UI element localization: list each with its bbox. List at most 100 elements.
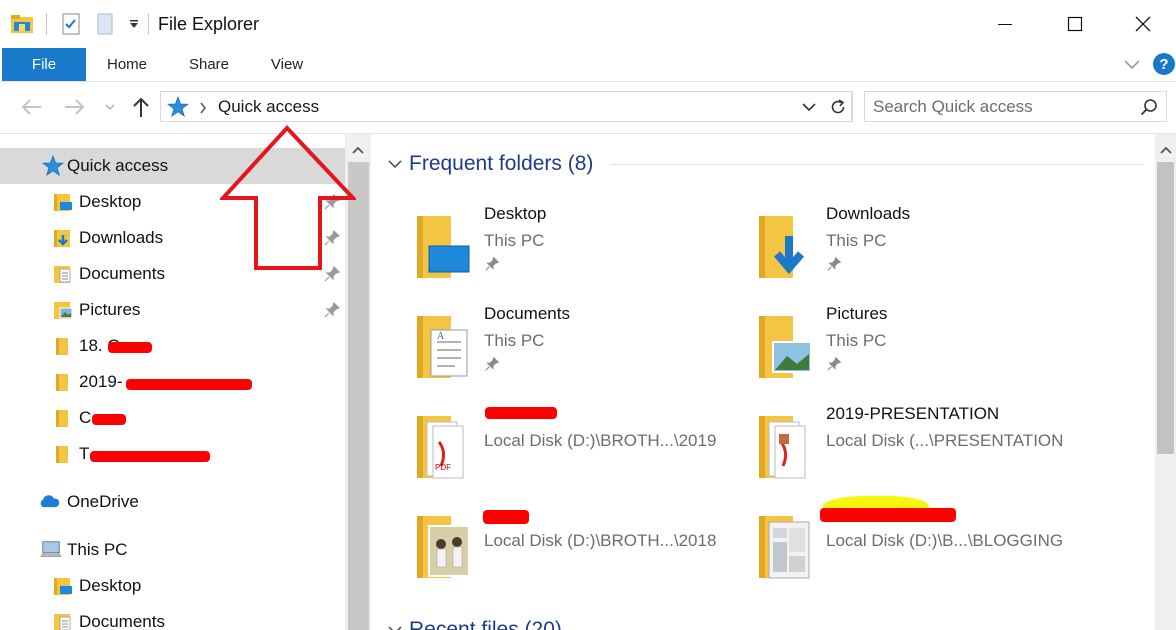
frequent-folders-header[interactable]: Frequent folders (8) <box>387 152 593 176</box>
scroll-up-button[interactable] <box>1156 140 1176 160</box>
screenshot-folder-icon <box>753 512 817 582</box>
sidebar-item-this-pc[interactable]: This PC <box>0 532 345 568</box>
chevron-down-icon <box>388 626 402 630</box>
pdf-folder-icon: PDF <box>411 412 475 482</box>
up-arrow-icon <box>133 97 149 117</box>
pin-icon[interactable] <box>323 301 341 319</box>
redaction-mark <box>485 407 557 419</box>
folder-tile-recent-3[interactable]: Local Disk (D:)\B...\BLOGGING <box>713 496 1063 594</box>
sidebar-item-label: 2019- <box>79 372 123 391</box>
search-icon[interactable] <box>1140 98 1158 116</box>
sidebar-item-pictures[interactable]: Pictures <box>0 292 345 328</box>
properties-icon[interactable] <box>59 12 83 36</box>
folder-tile-downloads[interactable]: Downloads This PC <box>713 204 1053 294</box>
help-button[interactable]: ? <box>1153 53 1175 75</box>
group-divider <box>611 164 1143 165</box>
sidebar-item-documents[interactable]: Documents <box>0 256 345 292</box>
scroll-thumb[interactable] <box>1157 162 1174 454</box>
sidebar-item-label: Desktop <box>79 192 142 211</box>
refresh-button[interactable] <box>823 91 853 122</box>
close-button[interactable] <box>1108 0 1176 48</box>
folder-tile-recent-2[interactable]: Local Disk (D:)\BROTH...\2018 <box>371 504 716 594</box>
desktop-folder-icon <box>411 212 475 282</box>
folder-name: Documents <box>484 304 570 323</box>
folder-path: Local Disk (D:)\B...\BLOGGING <box>826 531 1064 550</box>
qat-separator <box>46 13 47 35</box>
tab-view[interactable]: View <box>258 48 316 81</box>
scroll-up-button[interactable] <box>348 140 368 160</box>
minimize-button[interactable] <box>970 0 1040 48</box>
sidebar-item-label: Pictures <box>79 300 141 319</box>
sidebar-item-recent-folder[interactable]: 2019- <box>0 364 345 400</box>
address-text[interactable]: Quick access <box>218 97 319 117</box>
sidebar-item-pc-documents[interactable]: Documents <box>0 604 345 630</box>
sidebar-item-recent-folder[interactable]: C <box>0 400 345 436</box>
up-button[interactable] <box>128 94 154 120</box>
folder-icon <box>52 335 74 357</box>
search-input[interactable] <box>873 96 1133 118</box>
search-box[interactable] <box>864 91 1167 122</box>
pictures-folder-icon <box>52 299 74 321</box>
sidebar-item-pc-desktop[interactable]: Desktop <box>0 568 345 604</box>
pin-icon <box>485 356 500 371</box>
chevron-up-icon <box>1160 146 1172 154</box>
pin-icon[interactable] <box>323 229 341 247</box>
sidebar-item-label: Quick access <box>67 156 169 175</box>
sidebar-item-onedrive[interactable]: OneDrive <box>0 484 345 520</box>
scroll-thumb[interactable] <box>348 162 369 630</box>
folder-path: Local Disk (D:)\BROTH...\2019 <box>484 431 717 450</box>
chevron-up-icon <box>352 146 364 154</box>
folder-icon <box>52 443 74 465</box>
sidebar-item-desktop[interactable]: Desktop <box>0 184 345 220</box>
desktop-folder-icon <box>52 191 74 213</box>
tab-share[interactable]: Share <box>178 48 240 81</box>
folder-tile-documents[interactable]: A Documents This PC <box>371 304 711 394</box>
folder-tile-2019-presentation[interactable]: 2019-PRESENTATION Local Disk (...\PRESEN… <box>713 404 1063 494</box>
quick-access-toolbar <box>10 12 151 36</box>
customize-qat-dropdown-icon[interactable] <box>127 12 141 36</box>
pin-icon[interactable] <box>323 265 341 283</box>
folder-path: Local Disk (D:)\BROTH...\2018 <box>484 531 717 550</box>
redaction-mark <box>90 451 210 462</box>
tab-file[interactable]: File <box>2 48 86 81</box>
expand-ribbon-button[interactable] <box>1122 54 1142 74</box>
folder-tile-desktop[interactable]: Desktop This PC <box>371 204 711 294</box>
maximize-button[interactable] <box>1040 0 1110 48</box>
folder-path: This PC <box>484 231 545 250</box>
sidebar-item-label: T <box>79 444 90 463</box>
address-dropdown-icon[interactable] <box>801 101 817 113</box>
sidebar-scrollbar[interactable] <box>346 134 371 630</box>
new-folder-icon[interactable] <box>93 12 117 36</box>
folder-tile-pictures[interactable]: Pictures This PC <box>713 304 1053 394</box>
folder-path: This PC <box>826 331 887 350</box>
folder-path: This PC <box>484 331 545 350</box>
content-scrollbar[interactable] <box>1155 134 1176 630</box>
folder-icon <box>52 371 74 393</box>
maximize-icon <box>1067 16 1083 32</box>
recent-files-header[interactable]: Recent files (20) <box>387 618 562 630</box>
tab-home[interactable]: Home <box>96 48 158 81</box>
desktop-folder-icon <box>52 575 74 597</box>
sidebar-item-recent-folder[interactable]: T <box>0 436 345 472</box>
documents-folder-icon: A <box>411 312 475 382</box>
group-title: Frequent folders (8) <box>409 152 594 175</box>
sidebar-item-downloads[interactable]: Downloads <box>0 220 345 256</box>
folder-name: 2019-PRESENTATION <box>826 404 1000 423</box>
folder-tile-recent-1[interactable]: PDF Local Disk (D:)\BROTH...\2019 <box>371 404 716 494</box>
forward-button[interactable] <box>62 94 88 120</box>
pin-icon[interactable] <box>323 193 341 211</box>
sidebar-item-label: Downloads <box>79 228 164 247</box>
chevron-down-icon <box>105 104 115 111</box>
file-explorer-app-icon <box>10 12 34 36</box>
back-button[interactable] <box>18 94 44 120</box>
folder-path: Local Disk (...\PRESENTATION <box>826 431 1064 450</box>
address-bar[interactable]: Quick access <box>160 91 852 122</box>
sidebar-item-quick-access[interactable]: Quick access <box>0 148 345 184</box>
svg-text:PDF: PDF <box>435 463 451 472</box>
sidebar-item-recent-folder[interactable]: 18. C <box>0 328 345 364</box>
content-pane: Frequent folders (8) Desktop This PC Dow… <box>371 134 1153 630</box>
sidebar-item-label: Documents <box>79 264 165 283</box>
recent-locations-button[interactable] <box>100 94 120 120</box>
onedrive-cloud-icon <box>38 491 60 513</box>
title-divider <box>148 13 149 35</box>
